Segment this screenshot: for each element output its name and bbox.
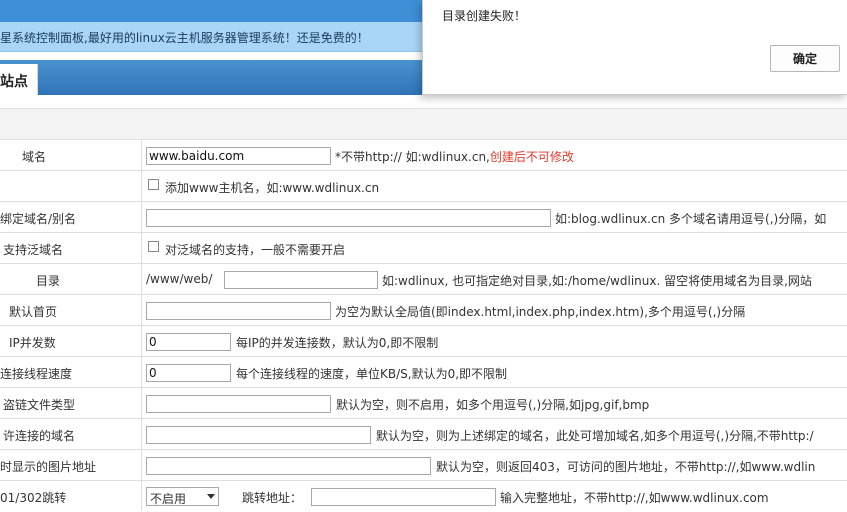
allowed-domains-label: 许连接的域名 [3, 429, 76, 443]
label-cell [0, 171, 142, 201]
domain-hint: *不带http:// 如:wdlinux.cn, [335, 150, 490, 164]
conn-speed-hint: 每个连接线程的速度，单位KB/S,默认为0,即不限制 [236, 367, 508, 381]
index-label: 默认首页 [9, 305, 58, 319]
form-row-hotlink-types: 盗链文件类型 默认为空，则不启用，如多个用逗号(,)分隔,如jpg,gif,bm… [0, 388, 847, 419]
domain-warning: 创建后不可修改 [489, 150, 574, 164]
index-input[interactable] [146, 302, 331, 320]
chevron-down-icon [207, 494, 215, 499]
hotlink-image-label: 时显示的图片地址 [0, 460, 97, 474]
domain-input[interactable] [146, 147, 331, 165]
alias-input[interactable] [146, 209, 551, 227]
add-www-label: 添加www主机名，如:www.wdlinux.cn [165, 181, 380, 195]
label-cell: 支持泛域名 [0, 233, 142, 263]
redirect-label: 01/302跳转 [0, 491, 67, 505]
form-row-directory: 目录 /www/web/ 如:wdlinux, 也可指定绝对目录,如:/home… [0, 264, 847, 295]
form-row-allowed-domains: 许连接的域名 默认为空，则为上述绑定的域名，此处可增加域名,如多个用逗号(,)分… [0, 419, 847, 450]
wildcard-checkbox-label: 对泛域名的支持，一般不需要开启 [165, 243, 346, 257]
directory-input[interactable] [224, 271, 378, 289]
wildcard-checkbox[interactable] [148, 241, 159, 252]
label-cell: 目录 [0, 264, 142, 294]
form-row-add-www: 添加www主机名，如:www.wdlinux.cn [0, 171, 847, 202]
redirect-hint: 输入完整地址，不带http://,如www.wdlinux.com [500, 491, 769, 505]
form-row-redirect: 01/302跳转 不启用 跳转地址： 输入完整地址，不带http://,如www… [0, 481, 847, 512]
hotlink-image-hint: 默认为空，则返回403，可访问的图片地址，不带http://,如www.wdli… [436, 460, 816, 474]
ip-conn-input[interactable] [146, 333, 231, 351]
ip-conn-label: IP并发数 [9, 336, 56, 350]
allowed-domains-input[interactable] [146, 426, 371, 444]
redirect-select[interactable]: 不启用 [146, 487, 219, 506]
hotlink-image-input[interactable] [146, 457, 431, 475]
form-row-index: 默认首页 为空为默认全局值(即index.html,index.php,inde… [0, 295, 847, 326]
hotlink-types-input[interactable] [146, 395, 331, 413]
label-cell: 连接线程速度 [0, 357, 142, 387]
tab-site[interactable]: 站点 [0, 64, 38, 95]
alert-message: 目录创建失败！ [442, 9, 527, 23]
label-cell: 01/302跳转 [0, 481, 142, 511]
domain-label: 域名 [22, 150, 47, 164]
section-toolbar [0, 108, 847, 140]
form-row-domain: 域名 *不带http:// 如:wdlinux.cn,创建后不可修改 [0, 140, 847, 171]
add-www-checkbox[interactable] [148, 179, 159, 190]
label-cell: 绑定域名/别名 [0, 202, 142, 232]
label-cell: 域名 [0, 140, 142, 170]
allowed-domains-hint: 默认为空，则为上述绑定的域名，此处可增加域名,如多个用逗号(,)分隔,不带htt… [376, 429, 814, 443]
alias-hint: 如:blog.wdlinux.cn 多个域名请用逗号(,)分隔，如 [555, 212, 827, 226]
label-cell: 默认首页 [0, 295, 142, 325]
index-hint: 为空为默认全局值(即index.html,index.php,index.htm… [335, 305, 746, 319]
form-row-ip-conn: IP并发数 每IP的并发连接数，默认为0,即不限制 [0, 326, 847, 357]
notice-text: 星系统控制面板,最好用的linux云主机服务器管理系统！还是免费的！ [0, 31, 369, 45]
conn-speed-label: 连接线程速度 [0, 367, 73, 381]
label-cell: 盗链文件类型 [0, 388, 142, 418]
alert-dialog: 目录创建失败！ 确定 [422, 0, 847, 95]
directory-hint: 如:wdlinux, 也可指定绝对目录,如:/home/wdlinux. 留空将… [382, 274, 812, 288]
redirect-addr-label: 跳转地址： [242, 491, 303, 505]
conn-speed-input[interactable] [146, 364, 231, 382]
form-row-alias: 绑定域名/别名 如:blog.wdlinux.cn 多个域名请用逗号(,)分隔，… [0, 202, 847, 233]
wildcard-label: 支持泛域名 [3, 243, 64, 257]
alias-label: 绑定域名/别名 [0, 212, 77, 226]
directory-prefix: /www/web/ [146, 272, 213, 286]
form-row-hotlink-image: 时显示的图片地址 默认为空，则返回403，可访问的图片地址，不带http://,… [0, 450, 847, 481]
confirm-button[interactable]: 确定 [770, 45, 840, 72]
form-row-conn-speed: 连接线程速度 每个连接线程的速度，单位KB/S,默认为0,即不限制 [0, 357, 847, 388]
tab-site-label: 站点 [0, 74, 28, 90]
label-cell: 许连接的域名 [0, 419, 142, 449]
label-cell: 时显示的图片地址 [0, 450, 142, 480]
hotlink-types-hint: 默认为空，则不启用，如多个用逗号(,)分隔,如jpg,gif,bmp [336, 398, 650, 412]
ip-conn-hint: 每IP的并发连接数，默认为0,即不限制 [236, 336, 439, 350]
redirect-addr-input[interactable] [311, 488, 496, 506]
label-cell: IP并发数 [0, 326, 142, 356]
form-row-wildcard: 支持泛域名 对泛域名的支持，一般不需要开启 [0, 233, 847, 264]
directory-label: 目录 [36, 274, 61, 288]
hotlink-types-label: 盗链文件类型 [3, 398, 76, 412]
